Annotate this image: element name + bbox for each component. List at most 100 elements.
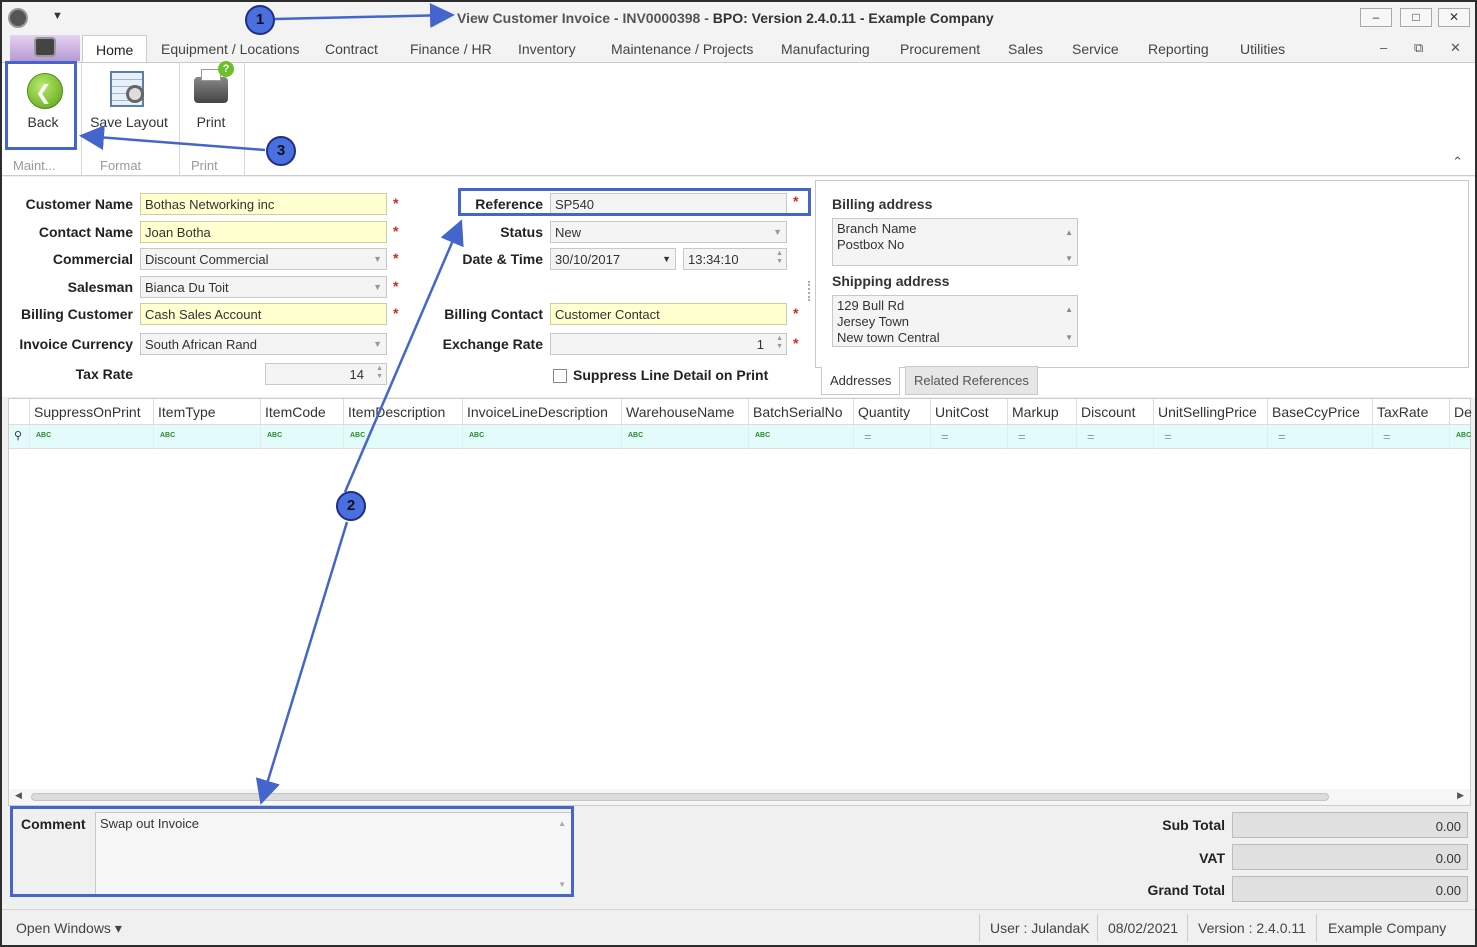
chevron-down-icon[interactable]: ▼ [373,282,382,292]
mdi-close-icon[interactable]: ✕ [1450,40,1461,56]
tab-contract[interactable]: Contract [325,41,378,57]
chevron-down-icon[interactable]: ▼ [773,227,782,237]
open-windows-menu[interactable]: Open Windows ▾ [16,920,122,937]
billing-contact-field[interactable]: Customer Contact [550,303,787,325]
print-button[interactable]: ? Print [180,61,242,155]
maximize-button[interactable]: □ [1400,8,1432,27]
time-field[interactable]: 13:34:10 ▲ ▼ [683,248,787,270]
tab-addresses[interactable]: Addresses [821,367,901,395]
billing-customer-label: Billing Customer [20,306,133,322]
tab-finance-hr[interactable]: Finance / HR [410,41,492,57]
suppress-line-detail-checkbox[interactable] [553,369,567,383]
exchange-rate-field[interactable]: 1 ▲ ▼ [550,333,787,355]
scroll-left-icon[interactable]: ◀ [15,790,22,801]
status-dropdown[interactable]: New ▼ [550,221,787,243]
grid-column-header[interactable]: UnitSellingPrice [1153,399,1269,425]
filter-cell[interactable]: = [1372,425,1450,449]
filter-cell[interactable]: = [1007,425,1077,449]
scroll-up-icon[interactable]: ▲ [1065,302,1073,318]
grid-column-header[interactable]: ItemDescription [343,399,463,425]
grid-column-header[interactable]: BaseCcyPrice [1267,399,1373,425]
grid-column-header[interactable]: WarehouseName [621,399,749,425]
grid-column-header[interactable]: TaxRate [1372,399,1450,425]
highlight-back-button [5,61,77,150]
splitter-handle[interactable] [808,281,812,301]
grid-column-header[interactable]: UnitCost [930,399,1008,425]
shipping-address-box[interactable]: 129 Bull Rd Jersey Town New town Central… [832,295,1078,347]
customer-name-field[interactable]: Bothas Networking inc [140,193,387,215]
scroll-up-icon[interactable]: ▲ [1065,225,1073,241]
scrollbar-thumb[interactable] [31,793,1329,801]
filter-cell[interactable]: ABC [29,425,155,449]
filter-cell[interactable]: ABC [153,425,261,449]
grid-column-header[interactable]: BatchSerialNo [748,399,854,425]
tax-rate-field[interactable]: 14 ▲ ▼ [265,363,387,385]
tab-equipment-locations[interactable]: Equipment / Locations [161,41,300,57]
application-menu-button[interactable] [10,35,80,61]
ribbon-separator [81,63,82,175]
close-button[interactable]: ✕ [1438,8,1470,27]
tab-reporting[interactable]: Reporting [1148,41,1209,57]
equals-filter-icon: = [1383,429,1391,444]
grid-column-header[interactable]: ItemCode [260,399,344,425]
invoice-currency-dropdown[interactable]: South African Rand ▼ [140,333,387,355]
grid-column-header[interactable]: InvoiceLineDescription [462,399,622,425]
gear-icon [34,37,56,57]
filter-cell[interactable]: ABC [343,425,463,449]
ribbon-tab-bar: Home Equipment / Locations Contract Fina… [2,35,1475,63]
tab-service[interactable]: Service [1072,41,1119,57]
tab-maintenance-projects[interactable]: Maintenance / Projects [611,41,753,57]
spin-icon[interactable]: ▲ ▼ [776,335,783,351]
filter-cell[interactable]: = [853,425,931,449]
mdi-minimize-icon[interactable]: – [1380,40,1387,55]
commercial-dropdown[interactable]: Discount Commercial ▼ [140,248,387,270]
quick-access-dropdown-icon[interactable]: ▼ [52,10,63,22]
filter-cell[interactable]: = [930,425,1008,449]
filter-cell[interactable]: ABC [621,425,749,449]
grid-column-header[interactable]: Markup [1007,399,1077,425]
contact-name-field[interactable]: Joan Botha [140,221,387,243]
save-layout-button[interactable]: Save Layout [88,63,170,155]
mdi-restore-icon[interactable]: ⧉ [1414,40,1423,56]
minimize-button[interactable]: – [1360,8,1392,27]
chevron-down-icon[interactable]: ▼ [373,254,382,264]
grid-column-header[interactable]: Dep [1449,399,1472,425]
tab-manufacturing[interactable]: Manufacturing [781,41,870,57]
grid-column-header[interactable]: Discount [1076,399,1154,425]
billing-address-line: Postbox No [837,237,905,252]
tab-inventory[interactable]: Inventory [518,41,576,57]
tab-sales[interactable]: Sales [1008,41,1043,57]
scroll-right-icon[interactable]: ▶ [1457,790,1464,801]
filter-cell[interactable]: ABC [260,425,344,449]
collapse-ribbon-icon[interactable]: ⌃ [1452,154,1463,170]
filter-pin-icon: ⚲ [14,430,23,442]
spin-icon[interactable]: ▲ ▼ [776,250,783,266]
filter-cell[interactable]: = [1153,425,1269,449]
billing-address-box[interactable]: Branch Name Postbox No ▲ ▼ [832,218,1078,266]
filter-cell[interactable]: = [1267,425,1373,449]
horizontal-scrollbar[interactable]: ◀ ▶ [9,789,1470,805]
filter-cell[interactable]: = [1076,425,1154,449]
tab-utilities[interactable]: Utilities [1240,41,1285,57]
tax-rate-label: Tax Rate [75,366,133,382]
tab-procurement[interactable]: Procurement [900,41,980,57]
chevron-down-icon[interactable]: ▼ [662,254,671,264]
grid-column-header[interactable]: ItemType [153,399,261,425]
grid-column-header[interactable]: Quantity [853,399,931,425]
scroll-down-icon[interactable]: ▼ [1065,251,1073,267]
billing-customer-field[interactable]: Cash Sales Account [140,303,387,325]
tab-home[interactable]: Home [82,35,148,63]
tab-related-references[interactable]: Related References [905,366,1038,395]
filter-cell[interactable]: ABC [1449,425,1472,449]
app-logo-icon[interactable] [8,8,28,28]
date-picker[interactable]: 30/10/2017 ▼ [550,248,676,270]
highlight-reference [458,188,811,216]
filter-cell[interactable]: ABC [748,425,854,449]
filter-cell[interactable]: ABC [462,425,622,449]
sub-total-label: Sub Total [1162,817,1225,833]
chevron-down-icon[interactable]: ▼ [373,339,382,349]
spin-icon[interactable]: ▲ ▼ [376,365,383,381]
salesman-dropdown[interactable]: Bianca Du Toit ▼ [140,276,387,298]
scroll-down-icon[interactable]: ▼ [1065,330,1073,346]
grid-column-header[interactable]: SuppressOnPrint [29,399,155,425]
